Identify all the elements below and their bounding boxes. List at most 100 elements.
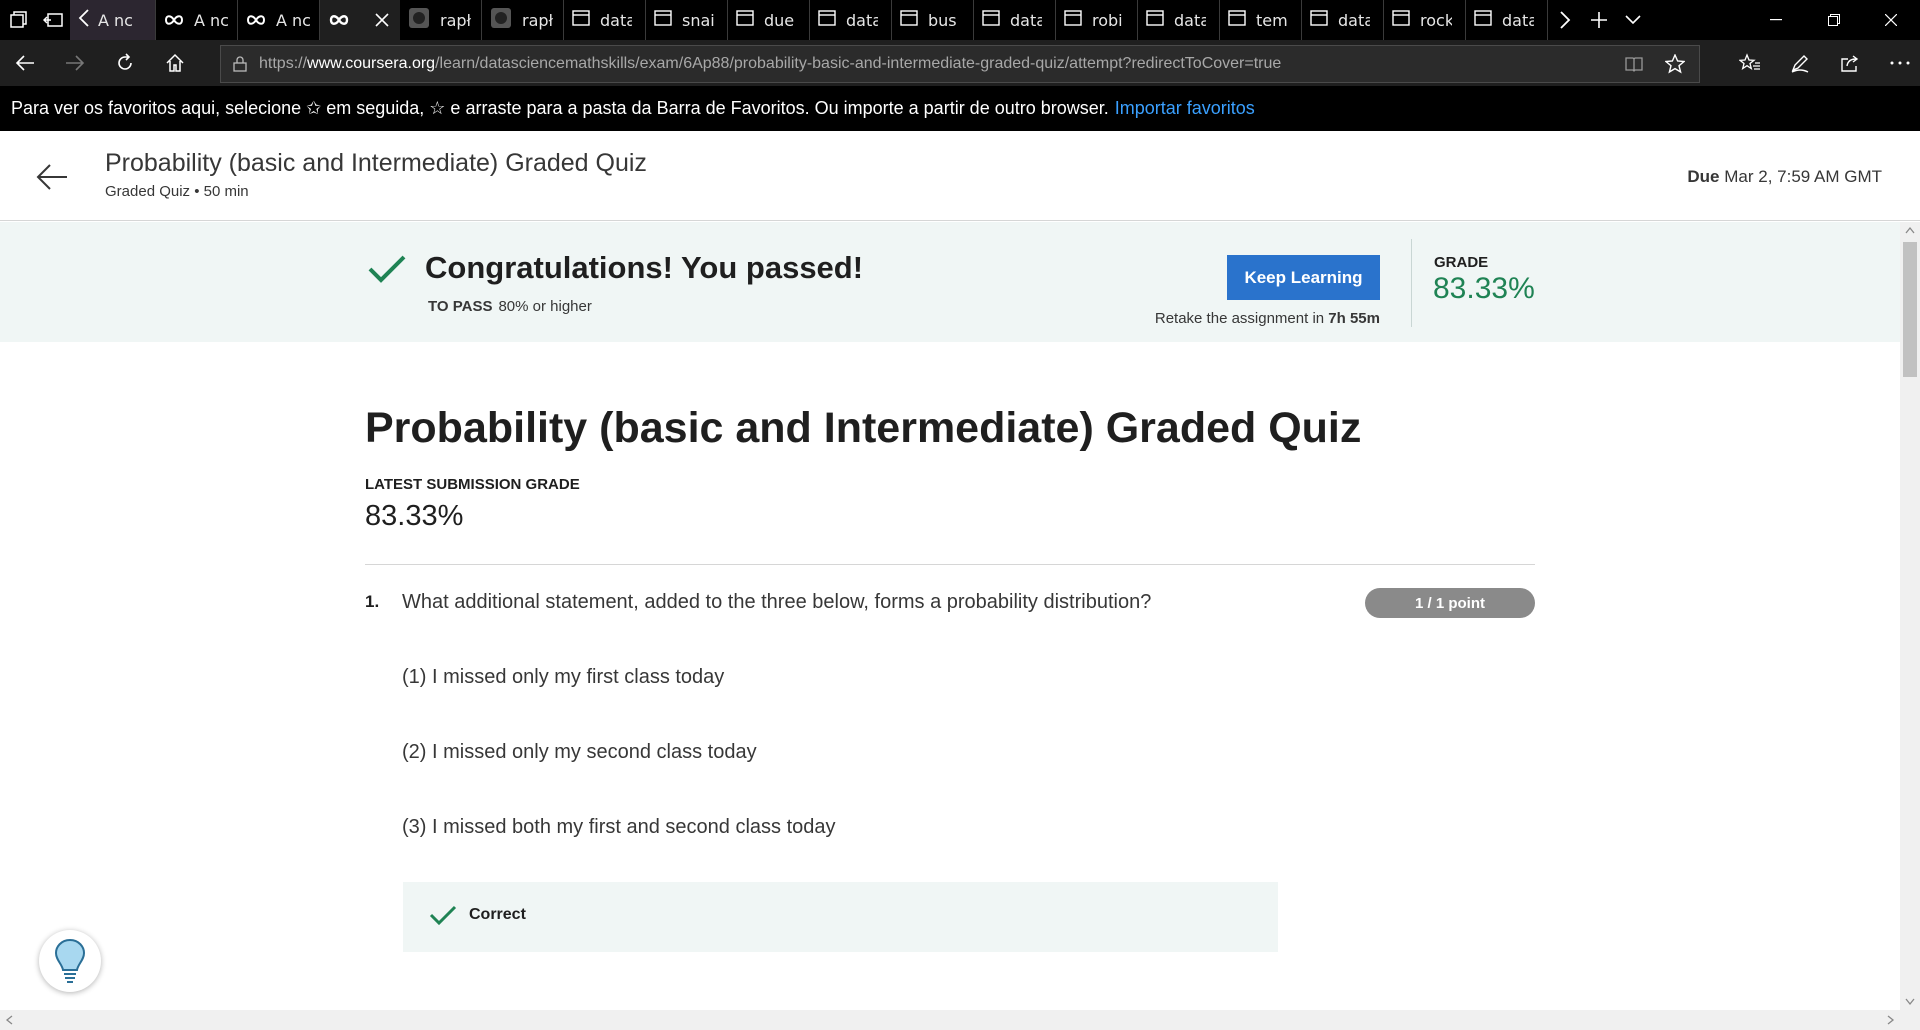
page-icon [1474,10,1492,30]
pass-banner: Congratulations! You passed! TO PASS 80% … [0,222,1900,342]
retake-info: Retake the assignment in 7h 55m [1155,310,1380,327]
home-icon[interactable] [150,40,200,86]
header-subtitle: Graded Quiz • 50 min [105,183,249,200]
tab-label: rock [1420,10,1452,30]
import-favorites-link[interactable]: Importar favoritos [1115,98,1255,119]
browser-tab[interactable]: A nc [70,0,156,40]
tab-close-icon[interactable] [364,0,400,40]
page-icon [818,10,836,30]
feedback-box: Correct [403,882,1278,952]
scroll-down-icon[interactable] [1905,998,1915,1006]
browser-tab[interactable]: due [728,0,810,40]
tab-label: data [1502,10,1534,30]
page-icon [1392,10,1410,30]
browser-tab-active[interactable] [320,0,364,40]
question-statement: (2) I missed only my second class today [402,741,757,763]
latest-grade-value: 83.33% [365,500,464,532]
feedback-label: Correct [469,906,526,923]
due-value: Mar 2, 7:59 AM GMT [1724,167,1882,186]
url-text: https://www.coursera.org/learn/datascien… [259,55,1619,73]
refresh-icon[interactable] [100,40,150,86]
new-tab-icon[interactable] [1582,0,1616,40]
browser-tab[interactable]: snai [646,0,728,40]
tab-label: due [764,10,795,30]
question-statement: (1) I missed only my first class today [402,666,725,688]
to-pass-label: TO PASS [428,298,493,315]
infinity-icon [328,11,350,30]
browser-tab[interactable]: bus [892,0,974,40]
back-arrow-icon[interactable] [32,157,72,197]
favorites-bar-text: Para ver os favoritos aqui, selecione ✩ … [11,98,1109,118]
scrollbar-thumb[interactable] [1903,242,1917,377]
scroll-left-icon[interactable] [5,1015,13,1025]
scroll-up-icon[interactable] [1905,226,1915,234]
banner-divider [1411,239,1412,327]
browser-tools [1725,40,1920,86]
minimize-icon[interactable] [1747,0,1805,40]
pen-icon[interactable] [1775,40,1825,86]
tab-preview-chevron-icon[interactable] [1616,0,1650,40]
browser-tab[interactable]: rapł [400,0,482,40]
to-pass-info: TO PASS 80% or higher [428,298,592,315]
browser-tab[interactable]: data [1302,0,1384,40]
favorites-hub-icon[interactable] [1725,40,1775,86]
back-icon[interactable] [0,40,50,86]
tab-label: data [1010,10,1042,30]
page-icon [900,10,918,30]
tab-manager-icon[interactable] [2,0,36,40]
grade-value: 83.33% [1433,272,1535,305]
page-icon [1146,10,1164,30]
github-icon [490,7,512,33]
tab-label: data [600,10,632,30]
keep-learning-button[interactable]: Keep Learning [1227,255,1380,300]
lightbulb-help-button[interactable] [39,930,101,992]
forward-icon[interactable] [50,40,100,86]
points-badge: 1 / 1 point [1365,588,1535,618]
lightbulb-icon [53,938,87,984]
browser-tab[interactable]: data [1466,0,1548,40]
scroll-right-icon[interactable] [1887,1015,1895,1025]
page-icon [572,10,590,30]
url-domain: www.coursera.org [307,55,436,72]
vertical-scrollbar[interactable] [1900,222,1920,1010]
browser-tab[interactable]: data [974,0,1056,40]
browser-tab[interactable]: rapł [482,0,564,40]
scroll-tabs-right-icon[interactable] [1548,0,1582,40]
section-divider [365,564,1535,565]
browser-tab[interactable]: data [564,0,646,40]
page-icon [654,10,672,30]
reading-view-icon[interactable] [1625,56,1643,72]
url-field[interactable]: https://www.coursera.org/learn/datascien… [220,45,1700,83]
banner-title: Congratulations! You passed! [425,250,864,285]
check-icon [368,254,406,288]
address-toolbar: https://www.coursera.org/learn/datascien… [0,40,1920,86]
retake-time: 7h 55m [1328,310,1380,327]
favorites-bar: Para ver os favoritos aqui, selecione ✩ … [0,86,1920,131]
close-window-icon[interactable] [1862,0,1920,40]
tab-label: data [846,10,878,30]
tab-label: A nc [98,10,132,30]
browser-tab[interactable]: tem [1220,0,1302,40]
browser-tab[interactable]: data [1138,0,1220,40]
more-options-icon[interactable] [1875,40,1920,86]
tab-label: rapł [440,10,472,30]
browser-tab[interactable]: data [810,0,892,40]
tab-label: snai [682,10,714,30]
restore-icon[interactable] [1805,0,1863,40]
browser-tab[interactable]: A nc [156,0,238,40]
browser-tab[interactable]: rock [1384,0,1466,40]
set-aside-tabs-icon[interactable] [36,0,70,40]
latest-grade-label: LATEST SUBMISSION GRADE [365,476,580,493]
browser-tab[interactable]: A nc [238,0,320,40]
lock-icon [233,56,247,72]
horizontal-scrollbar[interactable] [0,1010,1920,1030]
question-text: What additional statement, added to the … [402,591,1152,613]
question-statement: (3) I missed both my first and second cl… [402,816,836,838]
question-number: 1. [365,592,380,611]
browser-tab[interactable]: robi [1056,0,1138,40]
share-icon[interactable] [1825,40,1875,86]
favorite-star-icon[interactable] [1665,54,1685,74]
browser-tab-bar: A nc A nc A nc rapł rapł data snai due d… [0,0,1920,40]
tab-label: rapł [522,10,554,30]
url-path: /learn/datasciencemathskills/exam/6Ap88/… [435,55,1282,72]
